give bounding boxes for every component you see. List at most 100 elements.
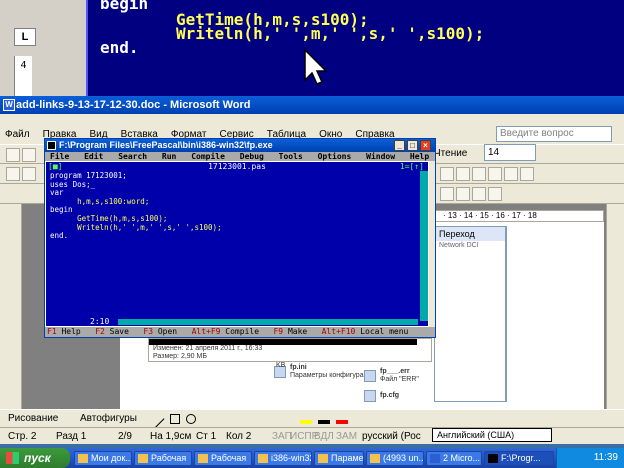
pmenu-debug[interactable]: Debug: [235, 152, 269, 161]
toolbar-icon[interactable]: [472, 187, 486, 201]
taskbar-item[interactable]: Рабочая: [134, 451, 192, 466]
console-icon: [488, 454, 498, 463]
maximize-icon[interactable]: □: [407, 140, 418, 151]
pmenu-help[interactable]: Help: [405, 152, 434, 161]
hotkey-label[interactable]: Help: [61, 327, 80, 336]
clock[interactable]: 11:39: [594, 452, 618, 463]
hotkey: F1: [47, 327, 57, 336]
pmenu-run[interactable]: Run: [157, 152, 181, 161]
status-section: Разд 1: [56, 431, 87, 442]
start-button[interactable]: пуск: [0, 448, 70, 468]
taskbar-item[interactable]: Парамет...: [314, 451, 364, 466]
status-ovr[interactable]: ЗАМ: [336, 428, 357, 445]
toolbar-icon[interactable]: [456, 167, 470, 181]
taskbar-item-label: Рабочая: [151, 453, 187, 463]
toolbar-icon[interactable]: [440, 167, 454, 181]
oval-tool-icon[interactable]: [186, 414, 196, 424]
task-pane-head[interactable]: Переход: [435, 227, 505, 241]
pmenu-edit[interactable]: Edit: [79, 152, 108, 161]
taskbar-item[interactable]: (4993 un...: [366, 451, 424, 466]
new-doc-icon[interactable]: [6, 148, 20, 162]
tab-selector-button[interactable]: L: [14, 28, 36, 46]
hotkey-label[interactable]: Open: [158, 327, 177, 336]
left-vertical-ruler: [0, 204, 22, 409]
vertical-scrollbar[interactable]: [606, 204, 624, 409]
window-icon: [318, 454, 328, 463]
taskbar-item[interactable]: Рабочая: [194, 451, 252, 466]
pmenu-search[interactable]: Search: [113, 152, 152, 161]
pascal-editor[interactable]: 17123001.pas [■] 1=[↑] program 17123001;…: [45, 161, 429, 327]
source-code[interactable]: program 17123001; uses Dos;_ var h,m,s,s10…: [50, 171, 222, 241]
line-color-icon[interactable]: [318, 420, 330, 424]
taskbar-item-active[interactable]: F:\Progr...: [484, 451, 554, 466]
zoomed-editor-border: [86, 0, 92, 96]
pmenu-window[interactable]: Window: [361, 152, 400, 161]
toolbar-icon[interactable]: [488, 167, 502, 181]
file-name[interactable]: fp.cfg: [380, 392, 399, 399]
file-name[interactable]: fp.ini: [290, 364, 307, 371]
status-line: Ст 1: [196, 431, 217, 442]
hotkey-label[interactable]: Compile: [225, 327, 259, 336]
code-line: h,m,s,s100:word;: [50, 196, 150, 206]
toolbar-icon[interactable]: [440, 187, 454, 201]
start-label: пуск: [24, 451, 51, 465]
file-name[interactable]: fp___.err: [380, 368, 410, 375]
file-icon: [364, 390, 376, 402]
drawing-toolbar: Рисование Автофигуры: [0, 409, 624, 428]
toolbar-icon[interactable]: [520, 167, 534, 181]
taskbar-item[interactable]: Мои док...: [74, 451, 132, 466]
folder-icon: [258, 454, 268, 463]
status-language[interactable]: русский (Рос: [362, 428, 421, 445]
code-line: Writeln(h,' ',m,' ',s,' ',s100);: [50, 222, 222, 232]
autoshapes-button[interactable]: Автофигуры: [80, 410, 137, 428]
open-icon[interactable]: [22, 148, 36, 162]
drawing-menu-button[interactable]: Рисование: [8, 410, 58, 428]
font-size-select[interactable]: 14: [484, 144, 536, 161]
editor-hscroll[interactable]: [118, 319, 418, 325]
vertical-ruler: 4: [14, 56, 32, 96]
hotkey-label[interactable]: Save: [110, 327, 129, 336]
editor-vscroll[interactable]: [420, 171, 428, 321]
toolbar-icon[interactable]: [456, 187, 470, 201]
code-line-begin: begin: [100, 0, 149, 13]
word-title-text: add-links-9-13-17-12-30.doc - Microsoft …: [16, 99, 251, 111]
toolbar-icon[interactable]: [472, 167, 486, 181]
taskbar-item[interactable]: 2 Micro...: [426, 451, 482, 466]
status-at: На 1,9см: [150, 431, 192, 442]
windows-logo-icon: [6, 452, 19, 464]
explorer-details: Изменен: 21 апреля 2011 г., 16:33 Размер…: [148, 338, 432, 362]
status-rec[interactable]: ЗАП: [272, 428, 292, 445]
console-icon: [47, 141, 56, 150]
reading-mode-button[interactable]: Чтение: [434, 145, 474, 162]
line-tool-icon[interactable]: [147, 410, 165, 428]
close-icon[interactable]: ×: [420, 140, 431, 151]
pmenu-compile[interactable]: Compile: [186, 152, 230, 161]
system-tray: 11:39: [556, 448, 624, 468]
toolbar-icon[interactable]: [22, 167, 36, 181]
toolbar-icon[interactable]: [488, 187, 502, 201]
status-ext[interactable]: ВДЛ: [314, 428, 334, 445]
pmenu-file[interactable]: File: [45, 152, 74, 161]
modified-date: Изменен: 21 апреля 2011 г., 16:33: [153, 345, 263, 352]
help-search-input[interactable]: Введите вопрос: [496, 126, 612, 142]
free-pascal-window: F:\Program Files\FreePascal\bin\i386-win…: [44, 138, 436, 338]
pascal-title-bar[interactable]: F:\Program Files\FreePascal\bin\i386-win…: [45, 139, 435, 152]
code-line: uses Dos;_: [50, 179, 96, 189]
pmenu-options[interactable]: Options: [313, 152, 357, 161]
fill-color-icon[interactable]: [300, 420, 312, 424]
word-title-bar[interactable]: W add-links-9-13-17-12-30.doc - Microsof…: [0, 96, 624, 114]
menu-file[interactable]: Файл: [0, 126, 35, 144]
taskbar-item[interactable]: i386-win32: [254, 451, 312, 466]
hotkey-label[interactable]: Make: [288, 327, 307, 336]
styles-icon[interactable]: [6, 167, 20, 181]
font-color-icon[interactable]: [336, 420, 348, 424]
explorer-file-list: fp.ini Параметры конфигурации fp___.err …: [124, 362, 430, 408]
pmenu-tools[interactable]: Tools: [274, 152, 308, 161]
minimize-icon[interactable]: _: [394, 140, 405, 151]
rectangle-tool-icon[interactable]: [170, 414, 180, 424]
editor-close-box[interactable]: [■]: [48, 162, 62, 171]
hotkey-label[interactable]: Local menu: [360, 327, 408, 336]
toolbar-icon[interactable]: [504, 167, 518, 181]
language-indicator[interactable]: Английский (США): [432, 428, 552, 442]
editor-window-number[interactable]: 1=[↑]: [400, 162, 424, 171]
